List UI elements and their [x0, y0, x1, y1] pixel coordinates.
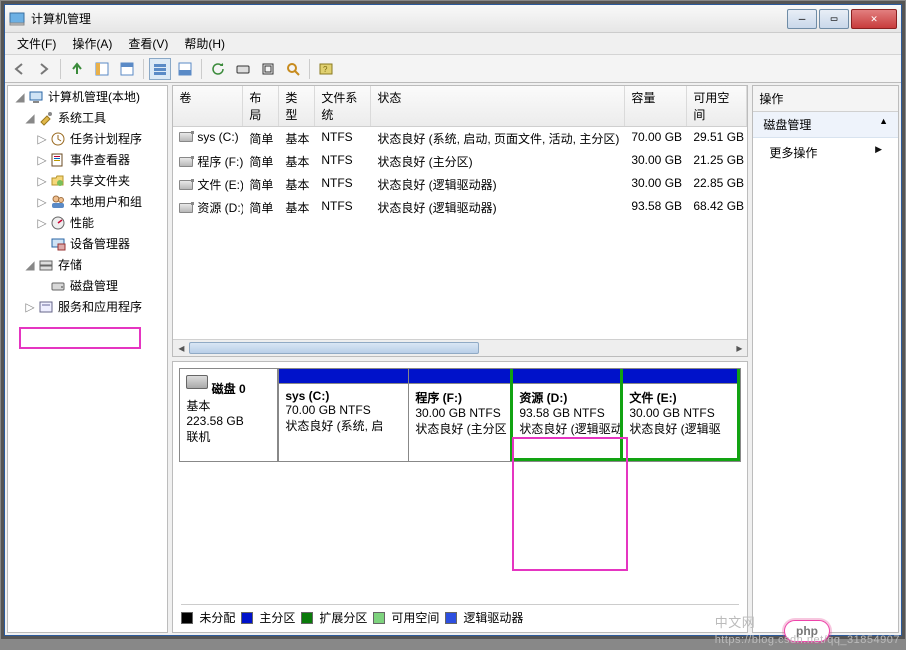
menu-file[interactable]: 文件(F): [9, 33, 64, 54]
tree-event-viewer[interactable]: ▷ 事件查看器: [8, 149, 167, 170]
menu-action[interactable]: 操作(A): [64, 33, 120, 54]
scroll-left-button[interactable]: ◂: [173, 340, 189, 356]
volume-row[interactable]: 文件 (E:) 简单 基本 NTFS 状态良好 (逻辑驱动器) 30.00 GB…: [173, 173, 747, 196]
col-status[interactable]: 状态: [371, 86, 625, 126]
rescan-disks-button[interactable]: [232, 58, 254, 80]
hdd-icon: [186, 375, 208, 389]
tree-system-tools[interactable]: ◢ 系统工具: [8, 107, 167, 128]
clock-icon: [50, 131, 66, 147]
actions-pane: 操作 磁盘管理 ▲ 更多操作: [752, 85, 899, 633]
action-view-button[interactable]: [257, 58, 279, 80]
legend-swatch-primary: [241, 612, 253, 624]
actions-more[interactable]: 更多操作: [753, 138, 898, 167]
refresh-button[interactable]: [207, 58, 229, 80]
main-window: 计算机管理 — ▭ ✕ 文件(F) 操作(A) 查看(V) 帮助(H) ?: [4, 4, 902, 636]
storage-icon: [38, 257, 54, 273]
up-button[interactable]: [66, 58, 88, 80]
tree-services-apps[interactable]: ▷ 服务和应用程序: [8, 296, 167, 317]
tree-shared-folders[interactable]: ▷ 共享文件夹: [8, 170, 167, 191]
services-icon: [38, 299, 54, 315]
partition-d[interactable]: 资源 (D:) 93.58 GB NTFS 状态良好 (逻辑驱动: [510, 369, 620, 461]
col-free[interactable]: 可用空间: [687, 86, 747, 126]
menubar: 文件(F) 操作(A) 查看(V) 帮助(H): [5, 33, 901, 55]
col-volume[interactable]: 卷: [173, 86, 243, 126]
minimize-button[interactable]: —: [787, 9, 817, 29]
forward-button[interactable]: [33, 58, 55, 80]
shared-folder-icon: [50, 173, 66, 189]
find-button[interactable]: [282, 58, 304, 80]
drive-icon: [179, 157, 193, 167]
tree-root[interactable]: ◢ 计算机管理(本地): [8, 86, 167, 107]
menu-help[interactable]: 帮助(H): [176, 33, 233, 54]
event-log-icon: [50, 152, 66, 168]
view-bottom-button[interactable]: [174, 58, 196, 80]
actions-header: 操作: [753, 86, 898, 112]
users-icon: [50, 194, 66, 210]
actions-section[interactable]: 磁盘管理 ▲: [753, 112, 898, 138]
partition-f[interactable]: 程序 (F:) 30.00 GB NTFS 状态良好 (主分区: [408, 369, 510, 461]
partition-e[interactable]: 文件 (E:) 30.00 GB NTFS 状态良好 (逻辑驱: [620, 369, 740, 461]
drive-icon: [179, 132, 193, 142]
help-button[interactable]: ?: [315, 58, 337, 80]
view-list-button[interactable]: [149, 58, 171, 80]
disk-info[interactable]: 磁盘 0 基本 223.58 GB 联机: [180, 369, 278, 461]
partition-header: [623, 369, 737, 383]
show-hide-tree-button[interactable]: [91, 58, 113, 80]
col-type[interactable]: 类型: [279, 86, 315, 126]
volume-list-header[interactable]: 卷 布局 类型 文件系统 状态 容量 可用空间: [173, 86, 747, 127]
col-layout[interactable]: 布局: [243, 86, 279, 126]
computer-icon: [28, 89, 44, 105]
volume-row[interactable]: sys (C:) 简单 基本 NTFS 状态良好 (系统, 启动, 页面文件, …: [173, 127, 747, 150]
disk-graphical-view: 磁盘 0 基本 223.58 GB 联机 sys (C:) 70.00 GB N…: [172, 361, 748, 633]
svg-text:?: ?: [323, 65, 328, 74]
volume-list-body[interactable]: sys (C:) 简单 基本 NTFS 状态良好 (系统, 启动, 页面文件, …: [173, 127, 747, 339]
partition-header: [279, 369, 408, 383]
volume-list: 卷 布局 类型 文件系统 状态 容量 可用空间 sys (C:) 简单 基本 N…: [172, 85, 748, 357]
col-capacity[interactable]: 容量: [625, 86, 687, 126]
tree-task-scheduler[interactable]: ▷ 任务计划程序: [8, 128, 167, 149]
console-tree[interactable]: ◢ 计算机管理(本地) ◢ 系统工具 ▷ 任务计划程序 ▷ 事件查看器 ▷ 共享…: [7, 85, 168, 633]
legend: 未分配 主分区 扩展分区 可用空间 逻辑驱动器: [181, 604, 739, 626]
maximize-button[interactable]: ▭: [819, 9, 849, 29]
drive-icon: [179, 180, 193, 190]
legend-swatch-unallocated: [181, 612, 193, 624]
scroll-right-button[interactable]: ▸: [731, 340, 747, 356]
drive-icon: [179, 203, 193, 213]
properties-button[interactable]: [116, 58, 138, 80]
tree-storage[interactable]: ◢ 存储: [8, 254, 167, 275]
legend-swatch-logical: [445, 612, 457, 624]
collapse-icon[interactable]: ▲: [879, 116, 888, 126]
back-button[interactable]: [8, 58, 30, 80]
disk-mgmt-icon: [50, 278, 66, 294]
titlebar: 计算机管理 — ▭ ✕: [5, 5, 901, 33]
legend-swatch-extended: [301, 612, 313, 624]
partition-c[interactable]: sys (C:) 70.00 GB NTFS 状态良好 (系统, 启: [278, 369, 408, 461]
tree-performance[interactable]: ▷ 性能: [8, 212, 167, 233]
partition-header: [513, 369, 620, 383]
php-badge: php: [784, 620, 830, 642]
horizontal-scrollbar[interactable]: ◂ ▸: [173, 339, 747, 356]
window-title: 计算机管理: [31, 10, 785, 27]
toolbar: ?: [5, 55, 901, 83]
legend-swatch-free: [373, 612, 385, 624]
app-icon: [9, 11, 25, 27]
performance-icon: [50, 215, 66, 231]
tree-device-manager[interactable]: 设备管理器: [8, 233, 167, 254]
tree-disk-management[interactable]: 磁盘管理: [8, 275, 167, 296]
tools-icon: [38, 110, 54, 126]
menu-view[interactable]: 查看(V): [120, 33, 176, 54]
col-fs[interactable]: 文件系统: [315, 86, 371, 126]
tree-local-users[interactable]: ▷ 本地用户和组: [8, 191, 167, 212]
scroll-thumb[interactable]: [189, 342, 479, 354]
volume-row[interactable]: 程序 (F:) 简单 基本 NTFS 状态良好 (主分区) 30.00 GB 2…: [173, 150, 747, 173]
partition-header: [409, 369, 510, 383]
close-button[interactable]: ✕: [851, 9, 897, 29]
device-manager-icon: [50, 236, 66, 252]
volume-row[interactable]: 资源 (D:) 简单 基本 NTFS 状态良好 (逻辑驱动器) 93.58 GB…: [173, 196, 747, 219]
disk-row[interactable]: 磁盘 0 基本 223.58 GB 联机 sys (C:) 70.00 GB N…: [179, 368, 741, 462]
